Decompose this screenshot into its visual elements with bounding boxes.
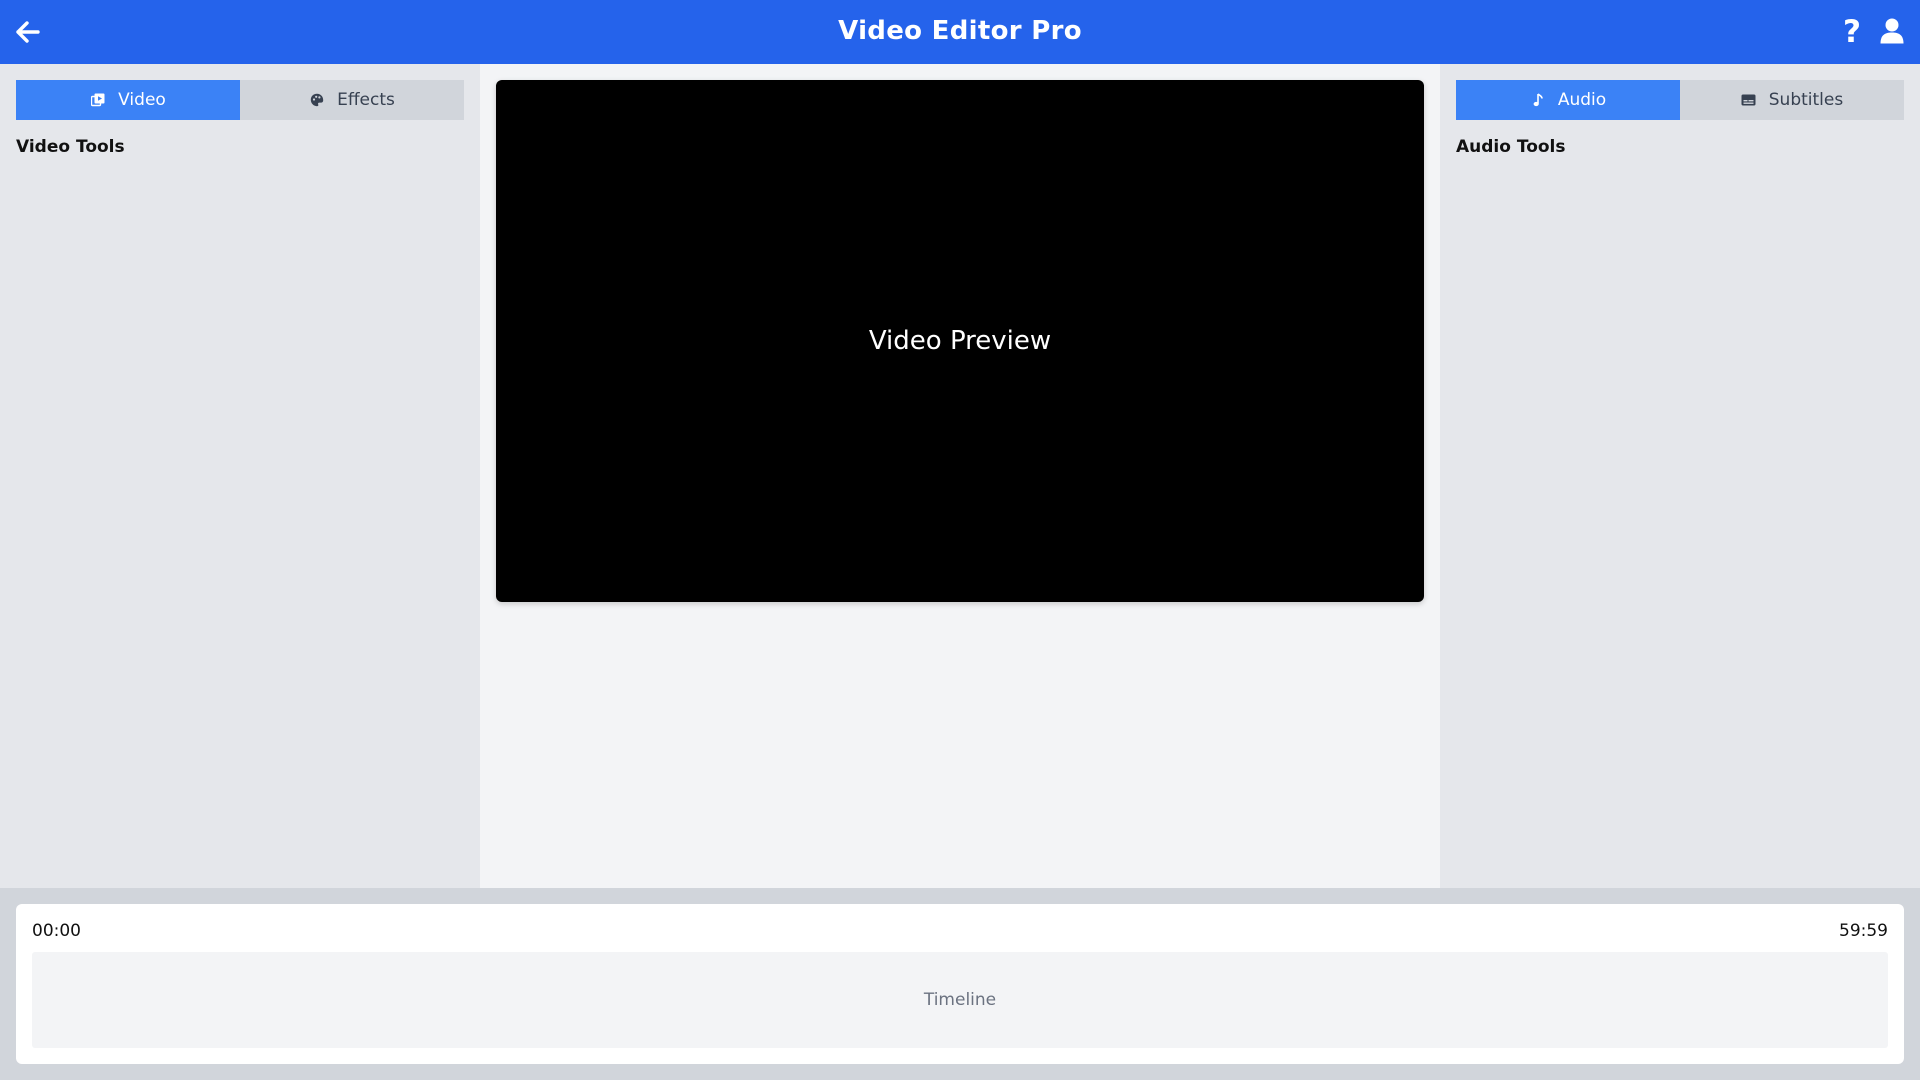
right-tabs: Audio Subtitles <box>1456 80 1904 120</box>
tab-subtitles[interactable]: Subtitles <box>1680 80 1904 120</box>
video-icon <box>90 92 106 108</box>
palette-icon <box>309 92 325 108</box>
video-tools-heading: Video Tools <box>16 137 125 157</box>
top-bar: Video Editor Pro ? <box>0 0 1920 64</box>
user-icon <box>1880 18 1904 44</box>
help-button[interactable]: ? <box>1836 14 1868 50</box>
video-preview-label: Video Preview <box>868 326 1052 356</box>
audio-tools-heading: Audio Tools <box>1456 137 1566 157</box>
tab-effects[interactable]: Effects <box>240 80 464 120</box>
subtitles-icon <box>1741 92 1757 108</box>
tab-audio[interactable]: Audio <box>1456 80 1680 120</box>
question-icon: ? <box>1843 14 1861 50</box>
timeline-end-time: 59:59 <box>1839 921 1888 941</box>
user-button[interactable] <box>1876 14 1908 48</box>
tab-video-label: Video <box>118 90 166 110</box>
tab-video[interactable]: Video <box>16 80 240 120</box>
timeline-track[interactable]: Timeline <box>32 952 1888 1048</box>
video-preview[interactable]: Video Preview <box>496 80 1424 602</box>
app-title: Video Editor Pro <box>838 16 1082 46</box>
tab-audio-label: Audio <box>1557 90 1607 110</box>
left-tabs: Video Effects <box>16 80 464 120</box>
timeline-panel: 00:00 59:59 Timeline <box>16 904 1904 1064</box>
tab-effects-label: Effects <box>337 90 395 110</box>
music-icon <box>1530 92 1546 108</box>
right-sidebar: Audio Subtitles Audio Tools <box>1440 64 1920 888</box>
center-area: Video Preview <box>480 64 1440 888</box>
tab-subtitles-label: Subtitles <box>1768 90 1844 110</box>
left-sidebar: Video Effects Video Tools <box>0 64 480 888</box>
timeline-label: Timeline <box>923 990 997 1010</box>
timeline-start-time: 00:00 <box>32 921 81 941</box>
